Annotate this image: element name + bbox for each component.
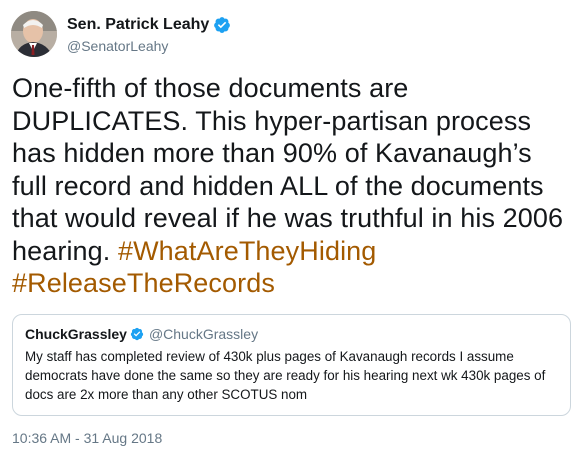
quoted-author-display-name: ChuckGrassley: [25, 326, 127, 342]
avatar-photo: [11, 11, 57, 57]
verified-badge-icon: [130, 327, 144, 341]
hashtag-link[interactable]: #WhatAreTheyHiding: [118, 236, 376, 266]
quoted-tweet-header: ChuckGrassley @ChuckGrassley: [25, 325, 558, 343]
quoted-tweet-text: My staff has completed review of 430k pl…: [25, 349, 546, 402]
avatar[interactable]: [11, 11, 57, 57]
tweet-text: One-fifth of those documents are DUPLICA…: [12, 72, 572, 300]
quoted-author-handle: @ChuckGrassley: [148, 326, 259, 342]
tweet-header: Sen. Patrick Leahy @SenatorLeahy: [11, 8, 231, 60]
name-row: Sen. Patrick Leahy: [67, 14, 231, 36]
tweet-card: Sen. Patrick Leahy @SenatorLeahy One-fif…: [0, 0, 583, 460]
quoted-tweet[interactable]: ChuckGrassley @ChuckGrassley My staff ha…: [12, 314, 571, 416]
author-display-name[interactable]: Sen. Patrick Leahy: [67, 16, 209, 34]
hashtag-link[interactable]: #ReleaseTheRecords: [12, 268, 275, 298]
verified-badge-icon: [214, 17, 231, 33]
tweet-timestamp[interactable]: 10:36 AM - 31 Aug 2018: [12, 430, 162, 446]
author-names: Sen. Patrick Leahy @SenatorLeahy: [67, 14, 231, 54]
author-handle[interactable]: @SenatorLeahy: [67, 38, 231, 54]
